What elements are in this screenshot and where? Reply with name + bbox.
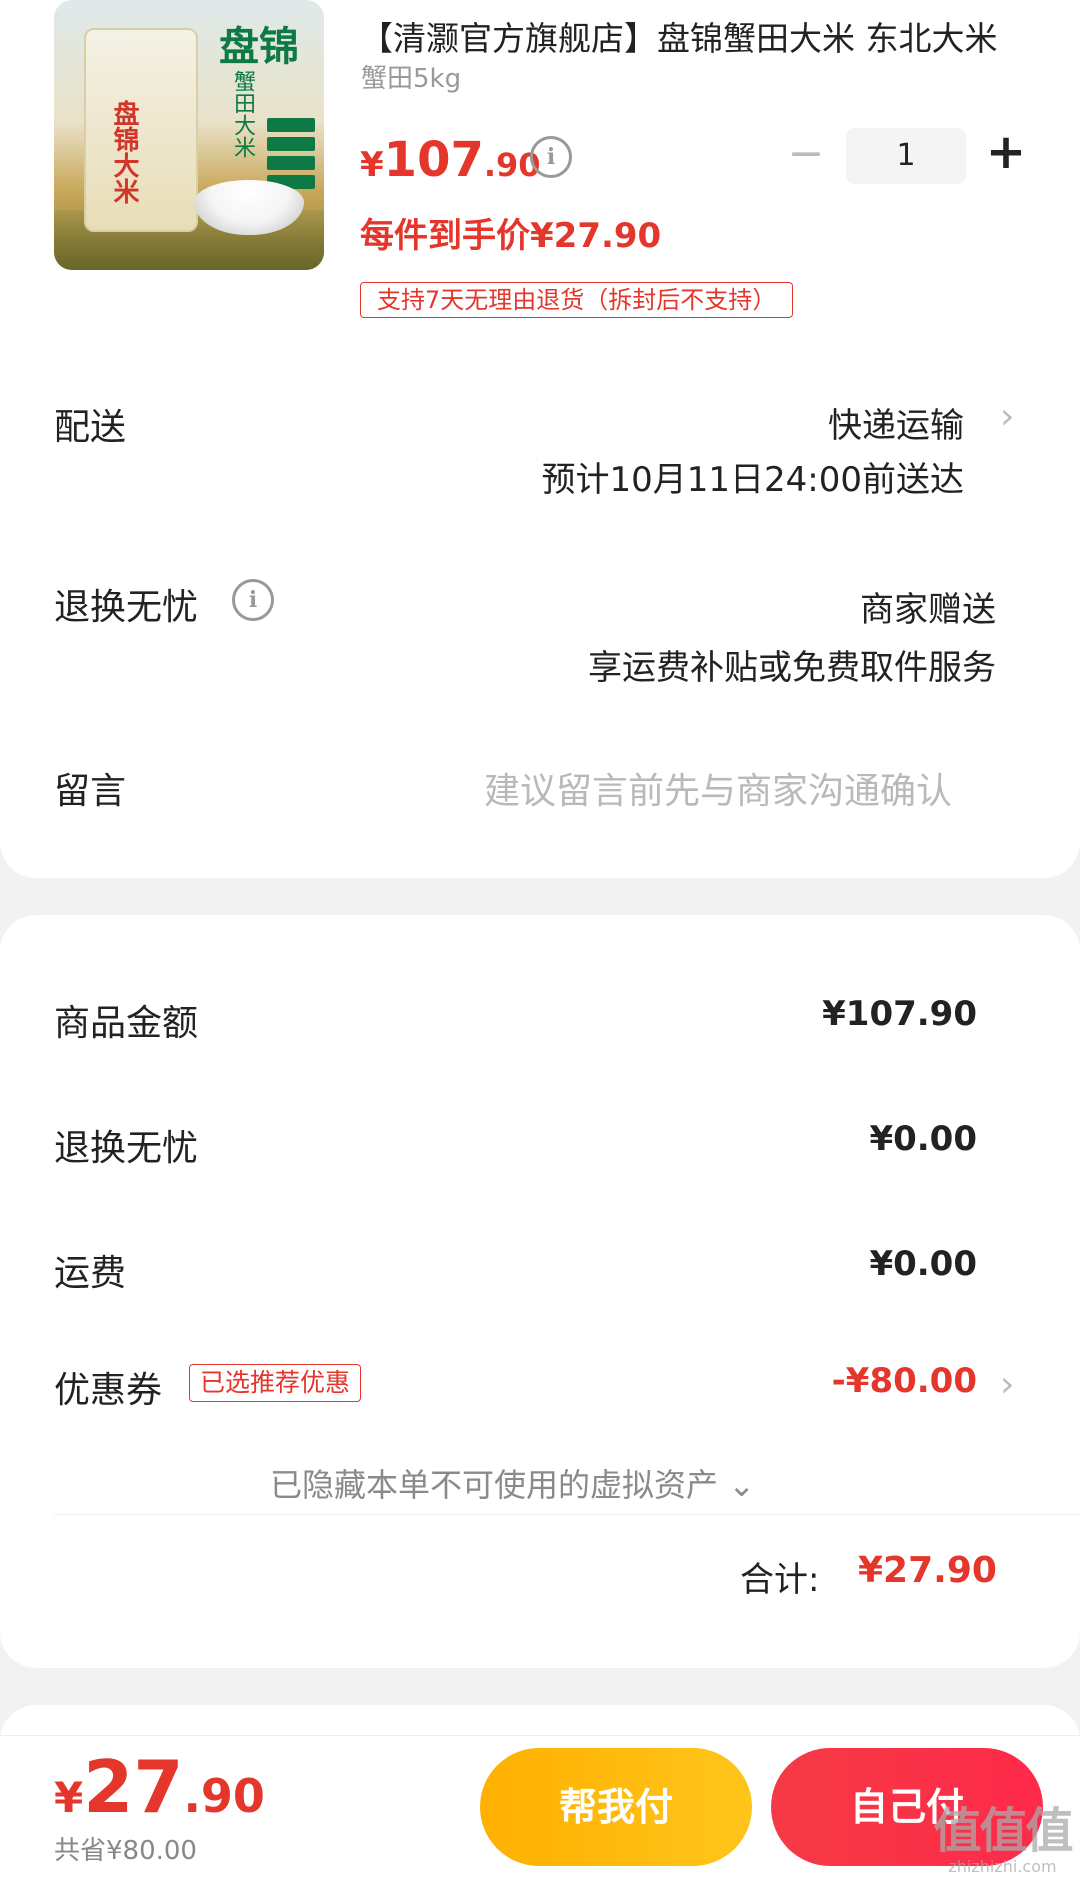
product-price: ¥107.90 — [360, 132, 541, 188]
delivery-eta: 预计10月11日24:00前送达 — [541, 460, 964, 500]
worry-free-value: 商家赠送 — [860, 590, 996, 630]
return-policy-tag: 支持7天无理由退货（拆封后不支持） — [360, 282, 794, 318]
product-spec[interactable]: 蟹田5kg — [361, 58, 461, 95]
quantity-increase-button[interactable]: + — [984, 128, 1028, 176]
total-label: 合计: — [740, 1560, 820, 1600]
rice-bag-illustration: 盘锦大米 — [84, 28, 198, 232]
hidden-assets-note[interactable]: 已隐藏本单不可使用的虚拟资产 ⌄ — [270, 1460, 755, 1506]
coupon-label: 优惠券 — [54, 1370, 163, 1411]
product-title[interactable]: 【清灏官方旗舰店】盘锦蟹田大米 东北大米 — [360, 12, 1030, 60]
watermark-glyphs: 值值值 — [933, 1803, 1073, 1859]
worry-free-desc: 享运费补贴或免费取件服务 — [588, 648, 996, 688]
watermark-url: zhizhizhi.com — [948, 1857, 1057, 1876]
bag-title: 盘锦大米 — [109, 100, 139, 204]
unit-price: 每件到手价¥27.90 — [360, 216, 662, 256]
total-value: ¥27.90 — [858, 1550, 997, 1591]
worry-free-fee-label: 退换无忧 — [54, 1128, 199, 1169]
brand-subtitle: 蟹田大米 — [230, 70, 255, 158]
coupon-value[interactable]: -¥80.00 — [832, 1361, 977, 1401]
checkout-currency: ¥ — [54, 1773, 84, 1822]
message-input[interactable]: 建议留言前先与商家沟通确认 — [484, 762, 952, 814]
chevron-right-icon[interactable]: › — [1000, 396, 1014, 437]
coupon-badge: 已选推荐优惠 — [189, 1364, 362, 1402]
worry-free-info-icon[interactable]: i — [232, 579, 274, 621]
chevron-right-icon[interactable]: › — [1000, 1364, 1014, 1405]
goods-amount-label: 商品金额 — [54, 1003, 199, 1044]
message-label: 留言 — [54, 771, 127, 812]
product-image[interactable]: 盘锦大米 盘锦 蟹田大米 — [54, 0, 324, 270]
checkout-integer: 27 — [83, 1745, 184, 1829]
checkout-price: ¥27.90 — [54, 1745, 265, 1829]
price-integer: 107 — [383, 132, 484, 188]
divider — [54, 1514, 1080, 1515]
shipping-label: 运费 — [54, 1253, 127, 1294]
help-pay-button[interactable]: 帮我付 — [480, 1748, 752, 1866]
quantity-input[interactable]: 1 — [846, 128, 966, 184]
price-info-icon[interactable]: i — [530, 136, 572, 178]
chevron-down-icon: ⌄ — [728, 1466, 755, 1504]
worry-free-fee-value: ¥0.00 — [869, 1119, 977, 1159]
shipping-value: ¥0.00 — [869, 1244, 977, 1284]
goods-amount-value: ¥107.90 — [822, 994, 977, 1034]
watermark-logo: 值值值 zhizhizhi.com — [930, 1805, 1075, 1877]
delivery-method[interactable]: 快递运输 — [828, 398, 964, 447]
checkout-decimal: .90 — [183, 1769, 265, 1823]
brand-logo: 盘锦 — [219, 24, 299, 70]
hidden-assets-text: 已隐藏本单不可使用的虚拟资产 — [270, 1466, 719, 1504]
quantity-decrease-button[interactable]: − — [786, 132, 826, 176]
worry-free-label: 退换无忧 — [54, 587, 199, 628]
price-currency: ¥ — [360, 145, 384, 185]
saved-amount: 共省¥80.00 — [54, 1836, 197, 1866]
delivery-label: 配送 — [54, 407, 127, 448]
